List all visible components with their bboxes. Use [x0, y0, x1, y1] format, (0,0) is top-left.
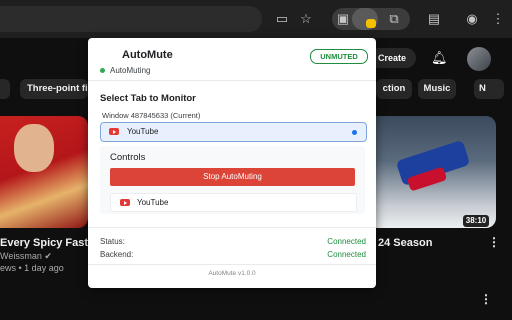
divider — [88, 227, 376, 228]
muting-tab-item: YouTube — [110, 193, 357, 212]
video-title-right[interactable]: 24 Season — [378, 237, 432, 249]
tab-search-icon[interactable]: ▤ — [424, 9, 444, 29]
window-icon[interactable]: ⧉ — [384, 9, 404, 29]
chip-partial[interactable] — [0, 79, 10, 99]
extension-badge-icon — [366, 19, 376, 28]
backend-label: Backend: — [100, 250, 134, 259]
more-options-icon[interactable]: ⋮ — [480, 292, 492, 306]
controls-heading: Controls — [110, 152, 146, 163]
video-duration: 38:10 — [463, 215, 489, 227]
video-channel-left[interactable]: Weissman ✔ — [0, 251, 52, 262]
divider — [88, 264, 376, 265]
divider — [88, 80, 376, 81]
status-dot-icon — [100, 68, 105, 73]
video-meta-left: ews • 1 day ago — [0, 263, 64, 273]
status-badge: UNMUTED — [310, 49, 368, 64]
menu-icon[interactable]: ⋮ — [488, 9, 508, 29]
extension-icon[interactable]: ▣ — [333, 9, 353, 29]
version-footer: AutoMute v1.0.0 — [208, 270, 256, 277]
selected-indicator-icon — [352, 130, 357, 135]
status-label: Status: — [100, 237, 125, 246]
video-title-left[interactable]: Every Spicy Fast F — [0, 237, 98, 249]
stop-automuting-button[interactable]: Stop AutoMuting — [110, 168, 355, 186]
popup-subtitle: AutoMuting — [110, 66, 151, 75]
browser-toolbar: ▭ ☆ ▣ ⧉ ▤ ◉ ⋮ — [0, 0, 512, 38]
popup-title: AutoMute — [122, 49, 173, 61]
notifications-icon[interactable]: 🔔︎ — [431, 50, 448, 66]
chip-three-point[interactable]: Three-point fi — [20, 79, 88, 99]
tab-option-youtube[interactable]: YouTube — [100, 122, 367, 142]
chip-action[interactable]: ction — [376, 79, 412, 99]
youtube-icon — [109, 128, 119, 135]
window-label: Window 487845633 (Current) — [102, 111, 201, 120]
person-image — [14, 124, 54, 172]
more-options-icon[interactable]: ⋮ — [488, 235, 500, 249]
muting-tab-label: YouTube — [137, 198, 169, 207]
video-thumbnail-left[interactable] — [0, 116, 88, 228]
automute-popup: AutoMute UNMUTED AutoMuting Select Tab t… — [88, 38, 376, 288]
chip-music[interactable]: Music — [418, 79, 456, 99]
video-thumbnail-right[interactable] — [368, 116, 496, 228]
select-tab-heading: Select Tab to Monitor — [100, 93, 196, 104]
star-icon[interactable]: ☆ — [296, 9, 316, 29]
youtube-icon — [120, 199, 130, 206]
chip-n[interactable]: N — [474, 79, 504, 99]
status-value: Connected — [327, 237, 366, 246]
tab-option-label: YouTube — [127, 127, 159, 136]
profile-icon[interactable]: ◉ — [462, 9, 482, 29]
cast-icon[interactable]: ▭ — [272, 9, 292, 29]
address-bar[interactable] — [0, 6, 262, 32]
verified-icon: ✔ — [44, 251, 52, 261]
backend-value: Connected — [327, 250, 366, 259]
avatar[interactable] — [467, 47, 491, 71]
